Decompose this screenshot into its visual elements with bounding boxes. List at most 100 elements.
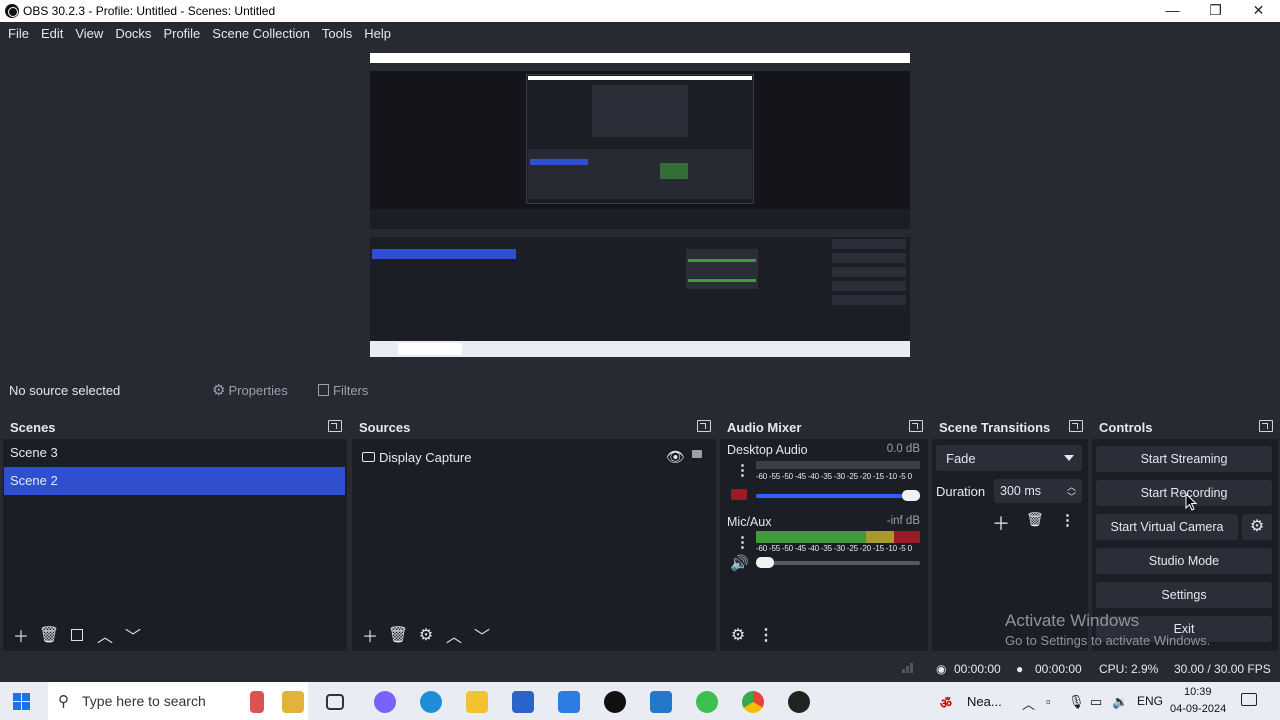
remove-transition-button[interactable]: 🗑 <box>1026 511 1044 528</box>
source-label: Display Capture <box>379 449 472 465</box>
weather-text[interactable]: Nea... <box>967 694 1002 709</box>
taskbar-search-box[interactable]: ⚲ Type here to search <box>48 682 308 720</box>
audio-mixer-title: Audio Mixer <box>727 419 802 435</box>
volume-slider[interactable] <box>756 490 920 501</box>
language-indicator[interactable]: ENG <box>1137 694 1163 708</box>
trash-icon: 🗑 <box>387 627 409 644</box>
windows-start-button[interactable] <box>13 693 30 710</box>
duration-spinbox[interactable]: 300 ms ︿ ﹀ <box>994 479 1082 503</box>
transition-select[interactable]: Fade <box>936 445 1082 471</box>
minimize-button[interactable]: — <box>1151 0 1194 22</box>
meter-scale: -60 -55 -50 -45 -40 -35 -30 -25 -20 -15 … <box>756 544 912 553</box>
move-source-up-button[interactable]: ︿ <box>440 623 468 647</box>
undock-icon[interactable] <box>909 420 923 432</box>
sources-title: Sources <box>359 419 411 435</box>
cpu-usage: CPU: 2.9% <box>1099 662 1159 676</box>
volume-icon[interactable]: 🔉 <box>1112 694 1128 710</box>
task-view-icon[interactable] <box>326 694 344 710</box>
more-options-icon[interactable]: ⋮ <box>735 461 750 479</box>
scene-item-scene-3[interactable]: Scene 3 <box>3 439 347 467</box>
source-item-display-capture[interactable]: Display Capture 👁 <box>352 443 716 471</box>
virtual-camera-settings-button[interactable]: ⚙ <box>1242 514 1272 540</box>
microsoft-store-icon[interactable] <box>512 691 534 713</box>
scenes-dock: Scenes Scene 3 Scene 2 ＋ 🗑 ︿ ﹀ <box>3 415 347 651</box>
filters-label: Filters <box>333 382 369 398</box>
volume-slider[interactable] <box>756 557 920 568</box>
start-streaming-button[interactable]: Start Streaming <box>1096 446 1272 472</box>
duration-label: Duration <box>936 484 986 499</box>
filters-button[interactable]: Filters <box>318 378 368 402</box>
undock-icon[interactable] <box>328 420 342 432</box>
menu-help[interactable]: Help <box>358 26 397 41</box>
undock-icon[interactable] <box>697 420 711 432</box>
move-scene-up-button[interactable]: ︿ <box>91 623 119 647</box>
menu-view[interactable]: View <box>69 26 109 41</box>
chrome-icon[interactable] <box>742 691 764 713</box>
undock-icon[interactable] <box>1259 420 1273 432</box>
notification-icon[interactable] <box>1241 693 1257 706</box>
close-button[interactable]: ✕ <box>1237 0 1280 22</box>
spin-down-icon[interactable]: ﹀ <box>1067 490 1076 503</box>
move-source-down-button[interactable]: ﹀ <box>468 623 496 647</box>
menu-docks[interactable]: Docks <box>109 26 157 41</box>
mixer-menu-button[interactable]: ⋮ <box>752 623 780 647</box>
transition-value: Fade <box>946 450 976 466</box>
github-icon[interactable] <box>604 691 626 713</box>
controls-title: Controls <box>1099 419 1153 435</box>
start-virtual-camera-button[interactable]: Start Virtual Camera <box>1096 514 1238 540</box>
speaker-icon[interactable]: 🔊 <box>730 554 749 572</box>
clock-time[interactable]: 10:39 <box>1184 686 1212 698</box>
filter-icon <box>71 629 83 641</box>
scene-label: Scene 3 <box>10 445 58 460</box>
eye-icon[interactable]: 👁 <box>666 448 685 466</box>
menu-tools[interactable]: Tools <box>316 26 358 41</box>
add-source-button[interactable]: ＋ <box>356 623 384 647</box>
microphone-icon: 🎙 <box>1068 694 1085 709</box>
window-title: OBS 30.2.3 - Profile: Untitled - Scenes:… <box>23 4 276 18</box>
scene-filters-button[interactable] <box>63 623 91 647</box>
studio-mode-button[interactable]: Studio Mode <box>1096 548 1272 574</box>
mixer-toolbar: ⚙ ⋮ <box>720 619 928 651</box>
show-hidden-icons-icon[interactable]: ︿ <box>1022 694 1035 713</box>
menu-file[interactable]: File <box>2 26 35 41</box>
edge-icon[interactable] <box>420 691 442 713</box>
file-explorer-icon[interactable] <box>466 691 488 713</box>
status-bar: ◉ 00:00:00 ● 00:00:00 CPU: 2.9% 30.00 / … <box>0 656 1280 681</box>
remove-source-button[interactable]: 🗑 <box>384 623 412 647</box>
whatsapp-icon[interactable] <box>696 691 718 713</box>
context-bar: No source selected ⚙ Properties Filters <box>0 375 1280 405</box>
preview-canvas[interactable] <box>370 53 910 357</box>
move-scene-down-button[interactable]: ﹀ <box>119 623 147 647</box>
advanced-audio-button[interactable]: ⚙ <box>724 623 752 647</box>
properties-button[interactable]: ⚙ Properties <box>212 378 288 402</box>
remove-scene-button[interactable]: 🗑 <box>35 623 63 647</box>
activate-windows-watermark: Activate Windows Go to Settings to activ… <box>1005 611 1210 648</box>
stream-time: 00:00:00 <box>954 662 1001 676</box>
clock-date[interactable]: 04-09-2024 <box>1170 703 1226 715</box>
transition-menu-button[interactable]: ⋮ <box>1060 511 1075 529</box>
lock-icon[interactable] <box>692 450 702 458</box>
speaker-muted-icon[interactable] <box>731 489 747 500</box>
mail-icon[interactable] <box>558 691 580 713</box>
source-properties-button[interactable]: ⚙ <box>412 623 440 647</box>
settings-button[interactable]: Settings <box>1096 582 1272 608</box>
add-scene-button[interactable]: ＋ <box>7 623 35 647</box>
menu-edit[interactable]: Edit <box>35 26 69 41</box>
more-options-icon[interactable]: ⋮ <box>735 533 750 551</box>
menu-profile[interactable]: Profile <box>157 26 206 41</box>
search-icon: ⚲ <box>58 693 69 710</box>
monitor-icon <box>362 452 375 462</box>
more-options-icon: ⋮ <box>758 627 774 644</box>
chevron-up-icon: ︿ <box>445 629 462 646</box>
filter-icon <box>318 384 329 396</box>
vscode-icon[interactable] <box>650 691 672 713</box>
scene-item-scene-2[interactable]: Scene 2 <box>4 467 345 495</box>
obs-taskbar-icon[interactable] <box>788 691 810 713</box>
menu-scene-collection[interactable]: Scene Collection <box>206 26 316 41</box>
undock-icon[interactable] <box>1069 420 1083 432</box>
restore-button[interactable]: ❐ <box>1194 0 1237 22</box>
start-recording-button[interactable]: Start Recording <box>1096 480 1272 506</box>
add-transition-button[interactable]: ＋ <box>992 510 1010 536</box>
copilot-icon[interactable] <box>374 691 396 713</box>
mouse-cursor-icon <box>1185 493 1197 511</box>
